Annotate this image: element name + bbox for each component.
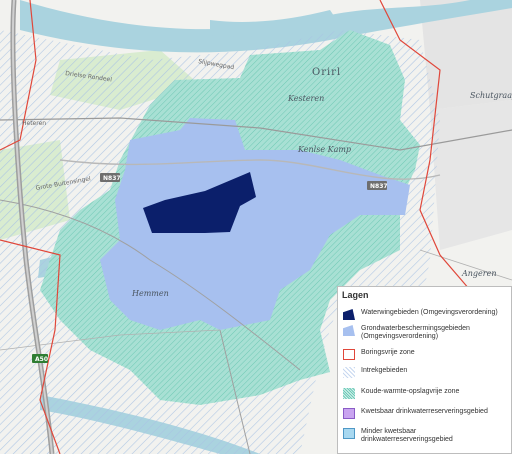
place-label: Kenlse Kamp <box>297 145 351 154</box>
road-name-label: Heteren <box>22 120 46 127</box>
legend-item-waterwingebieden: Waterwingebieden (Omgevingsverordening) <box>343 309 509 320</box>
legend-swatch <box>343 408 355 419</box>
place-label: Schutgraaf <box>470 91 512 100</box>
legend-label: Minder kwetsbaar drinkwaterreserveringsg… <box>361 428 453 443</box>
legend-swatch <box>343 325 355 336</box>
place-label: Hemmen <box>131 289 169 298</box>
legend-label: Grondwaterbeschermingsgebieden (Omgeving… <box>361 325 470 340</box>
legend-item-intrekgebieden: Intrekgebieden <box>343 367 509 378</box>
legend-label: Koude-warmte-opslagvrije zone <box>361 388 460 395</box>
road-label-a50: A50 <box>35 356 48 363</box>
legend-label: Intrekgebieden <box>361 367 408 374</box>
legend-item-minder-kwetsbaar: Minder kwetsbaar drinkwaterreserveringsg… <box>343 428 509 444</box>
map-canvas[interactable]: N837 N837 A50 Orirl Kesteren Kenlse Kamp… <box>0 0 512 454</box>
legend-swatch <box>343 309 355 320</box>
legend-swatch <box>343 367 355 378</box>
legend-swatch <box>343 349 355 360</box>
legend-swatch <box>343 428 355 439</box>
legend-label: Boringsvrije zone <box>361 349 415 356</box>
urban-area <box>430 100 512 250</box>
road-label-n837-b: N837 <box>370 183 388 190</box>
place-label: Orirl <box>312 67 341 78</box>
legend-label: Kwetsbaar drinkwaterreserveringsgebied <box>361 408 488 415</box>
place-label: Angeren <box>461 269 497 278</box>
legend-item-boringsvrije-zone: Boringsvrije zone <box>343 349 509 360</box>
legend-label: Waterwingebieden (Omgevingsverordening) <box>361 309 498 316</box>
legend-swatch <box>343 388 355 399</box>
road-label-n837-a: N837 <box>103 175 121 182</box>
place-label: Kesteren <box>287 94 324 103</box>
legend-item-grondwaterbescherming: Grondwaterbeschermingsgebieden (Omgeving… <box>343 325 509 341</box>
legend-panel: Lagen Waterwingebieden (Omgevingsverorde… <box>337 286 512 454</box>
legend-item-kwetsbaar: Kwetsbaar drinkwaterreserveringsgebied <box>343 408 509 419</box>
legend-title: Lagen <box>342 290 369 300</box>
legend-item-kwo-vrije-zone: Koude-warmte-opslagvrije zone <box>343 388 509 399</box>
